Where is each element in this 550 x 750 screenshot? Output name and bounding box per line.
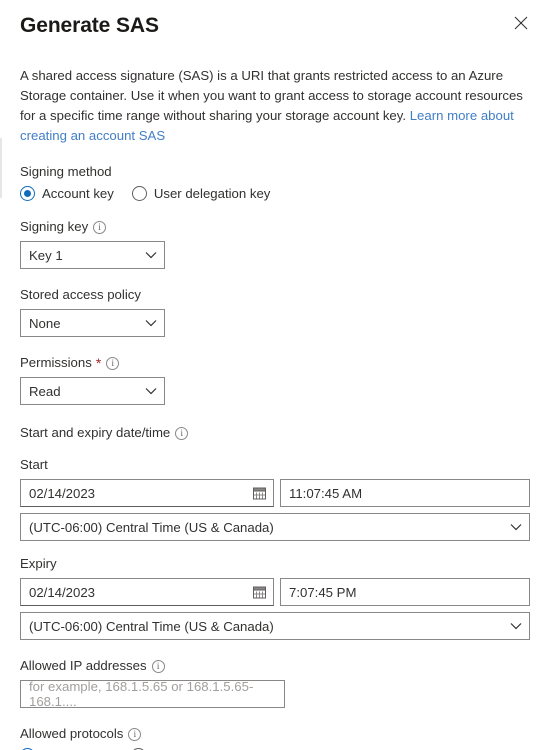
allowed-ip-field: Allowed IP addresses i for example, 168.…	[20, 657, 530, 709]
expiry-field: Expiry 02/14/2023 7:07:45 PM (UTC-06:00)…	[20, 555, 530, 640]
radio-user-delegation-key-label: User delegation key	[153, 186, 271, 201]
start-date-value: 02/14/2023	[29, 485, 96, 501]
start-time-input[interactable]: 11:07:45 AM	[279, 479, 530, 507]
panel-header: Generate SAS	[0, 0, 550, 46]
permissions-value: Read	[29, 383, 61, 399]
radio-account-key[interactable]: Account key	[20, 186, 114, 201]
permissions-label-text: Permissions	[20, 355, 92, 370]
stored-access-policy-value: None	[29, 315, 61, 331]
expiry-label: Expiry	[20, 556, 57, 571]
stored-access-policy-field: Stored access policy None	[20, 286, 530, 337]
expiry-timezone-select[interactable]: (UTC-06:00) Central Time (US & Canada)	[20, 612, 530, 640]
expiry-inputs-row: 02/14/2023 7:07:45 PM	[20, 578, 530, 606]
generate-sas-panel: Generate SAS A shared access signature (…	[0, 0, 550, 750]
start-inputs-row: 02/14/2023 11:07:45 AM	[20, 479, 530, 507]
info-icon[interactable]: i	[175, 426, 189, 440]
permissions-select[interactable]: Read	[20, 377, 165, 405]
start-time-value: 11:07:45 AM	[288, 485, 363, 501]
chevron-down-icon	[510, 622, 522, 630]
start-date-input[interactable]: 02/14/2023	[20, 479, 274, 507]
close-icon[interactable]	[506, 8, 536, 38]
chevron-down-icon	[510, 523, 522, 531]
allowed-ip-input[interactable]: for example, 168.1.5.65 or 168.1.5.65-16…	[20, 679, 285, 709]
radio-account-key-dot	[20, 186, 35, 201]
panel-body: A shared access signature (SAS) is a URI…	[0, 66, 550, 750]
info-icon[interactable]: i	[93, 220, 107, 234]
permissions-label: Permissions * i	[20, 354, 530, 372]
radio-user-delegation-key[interactable]: User delegation key	[131, 186, 271, 201]
signing-method-label-text: Signing method	[20, 164, 112, 179]
date-time-section: Start and expiry date/time i Start 02/14…	[20, 424, 530, 640]
calendar-icon[interactable]	[252, 487, 266, 500]
start-timezone-value: (UTC-06:00) Central Time (US & Canada)	[29, 519, 274, 535]
expiry-date-input[interactable]: 02/14/2023	[20, 578, 274, 606]
radio-user-delegation-key-dot	[131, 186, 147, 201]
signing-method-label: Signing method	[20, 163, 530, 181]
required-asterisk: *	[95, 355, 102, 371]
panel-left-edge	[0, 138, 2, 198]
chevron-down-icon	[145, 251, 157, 259]
signing-key-label-text: Signing key	[20, 219, 89, 234]
signing-key-label: Signing key i	[20, 218, 530, 236]
expiry-time-value: 7:07:45 PM	[288, 584, 357, 600]
start-timezone-select[interactable]: (UTC-06:00) Central Time (US & Canada)	[20, 513, 530, 541]
stored-access-policy-label: Stored access policy	[20, 286, 530, 304]
date-time-section-label: Start and expiry date/time i	[20, 424, 530, 442]
close-icon-glyph	[514, 16, 528, 30]
allowed-protocols-field: Allowed protocols i HTTPS only HTTPS and…	[20, 725, 530, 750]
allowed-ip-label: Allowed IP addresses i	[20, 657, 530, 675]
start-field: Start 02/14/2023 11:07:45 AM (UTC-06:00)…	[20, 456, 530, 541]
chevron-down-icon	[145, 387, 157, 395]
signing-key-value: Key 1	[29, 247, 63, 263]
stored-access-policy-select[interactable]: None	[20, 309, 165, 337]
info-icon[interactable]: i	[151, 659, 165, 673]
signing-key-field: Signing key i Key 1	[20, 218, 530, 269]
calendar-icon[interactable]	[252, 586, 266, 599]
expiry-time-input[interactable]: 7:07:45 PM	[279, 578, 530, 606]
description-text: A shared access signature (SAS) is a URI…	[20, 66, 530, 146]
start-label: Start	[20, 457, 48, 472]
stored-access-policy-label-text: Stored access policy	[20, 287, 141, 302]
allowed-protocols-label-text: Allowed protocols	[20, 726, 124, 741]
signing-method-radio-group: Account key User delegation key	[20, 186, 530, 201]
info-icon[interactable]: i	[106, 356, 120, 370]
signing-method-field: Signing method Account key User delegati…	[20, 163, 530, 201]
expiry-date-value: 02/14/2023	[29, 584, 96, 600]
page-title: Generate SAS	[20, 14, 159, 37]
chevron-down-icon	[145, 319, 157, 327]
date-time-section-label-text: Start and expiry date/time	[20, 425, 171, 440]
allowed-ip-placeholder: for example, 168.1.5.65 or 168.1.5.65-16…	[29, 679, 254, 709]
allowed-protocols-label: Allowed protocols i	[20, 725, 530, 743]
signing-key-select[interactable]: Key 1	[20, 241, 165, 269]
permissions-field: Permissions * i Read	[20, 354, 530, 405]
radio-account-key-label: Account key	[42, 186, 114, 201]
info-icon[interactable]: i	[128, 727, 142, 741]
expiry-timezone-value: (UTC-06:00) Central Time (US & Canada)	[29, 618, 274, 634]
allowed-ip-label-text: Allowed IP addresses	[20, 658, 147, 673]
